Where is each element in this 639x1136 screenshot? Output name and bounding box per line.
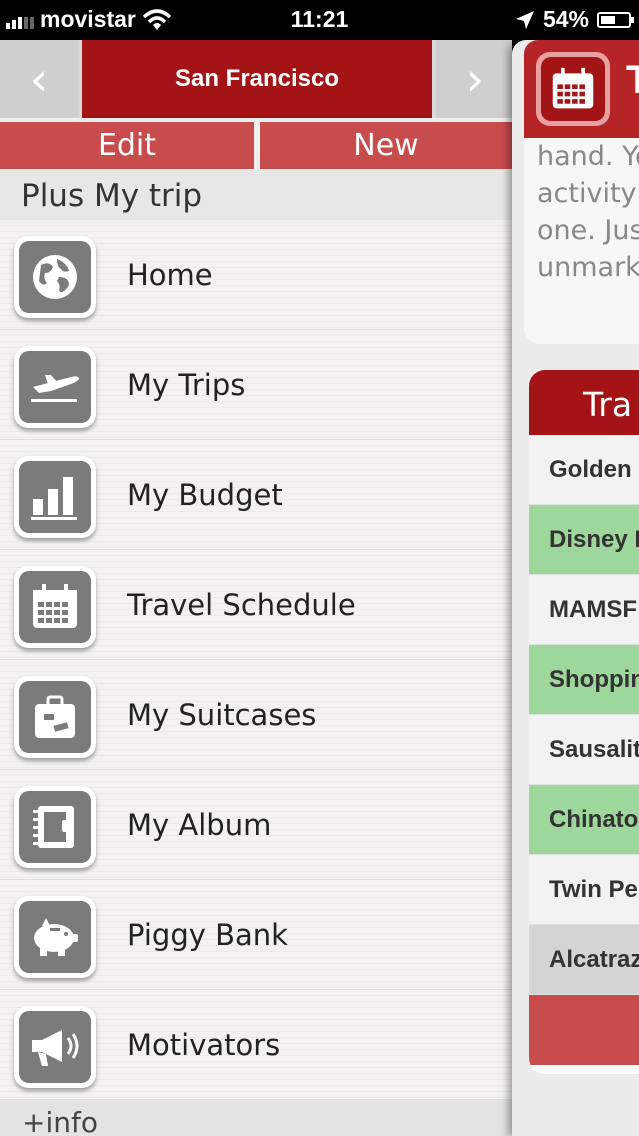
menu-item-label: Home: [127, 258, 213, 292]
city-title: San Francisco: [82, 40, 432, 118]
menu-item-label: My Budget: [127, 478, 283, 512]
menu-item-travel-schedule[interactable]: Travel Schedule: [0, 550, 512, 660]
menu-icon-frame: [14, 456, 96, 538]
menu-item-label: My Album: [127, 808, 272, 842]
table-row[interactable]: Golden: [529, 435, 639, 505]
menu-item-label: Travel Schedule: [127, 588, 356, 622]
globe-icon: [19, 241, 91, 313]
menu-item-my-suitcases[interactable]: My Suitcases: [0, 660, 512, 770]
menu-icon-frame: [14, 346, 96, 428]
battery-percent: 54%: [542, 6, 589, 32]
table-footer: [529, 995, 639, 1065]
panel-header: T: [524, 40, 639, 138]
chevron-right-icon: ›: [465, 52, 485, 106]
location-arrow-icon: [515, 10, 534, 29]
piggy-bank-icon: [19, 901, 91, 973]
table-row[interactable]: Disney I: [529, 505, 639, 575]
menu-icon-frame: [14, 676, 96, 758]
menu-icon-frame: [14, 566, 96, 648]
table-row[interactable]: Chinato: [529, 785, 639, 855]
action-bar: Edit New: [0, 122, 512, 169]
menu-item-home[interactable]: Home: [0, 220, 512, 330]
menu-item-label: My Suitcases: [127, 698, 317, 732]
table-row[interactable]: Alcatraz: [529, 925, 639, 995]
menu-item-label: Motivators: [127, 1028, 281, 1062]
calendar-icon: [541, 57, 605, 121]
description-line: hand. Yo: [537, 141, 639, 172]
bar-chart-icon: [19, 461, 91, 533]
description-line: one. Jus: [537, 215, 639, 246]
menu-icon-frame: [14, 786, 96, 868]
suitcase-icon: [19, 681, 91, 753]
menu-item-my-album[interactable]: My Album: [0, 770, 512, 880]
activities-table: Tra Golden Disney I MAMSF Shoppin Sausal…: [529, 370, 639, 1074]
menu-list: Home My Trips My Budget Travel Schedule …: [0, 220, 512, 1100]
schedule-panel: T hand. Yo activity one. Jus unmark Tra …: [512, 40, 639, 1136]
album-icon: [19, 791, 91, 863]
side-menu: ‹ San Francisco › Edit New Plus My trip …: [0, 40, 512, 1136]
edit-button[interactable]: Edit: [0, 122, 254, 169]
description-line: activity: [537, 178, 637, 209]
next-city-button[interactable]: ›: [436, 40, 512, 118]
chevron-left-icon: ‹: [29, 52, 49, 106]
city-navigation: ‹ San Francisco ›: [0, 40, 512, 118]
panel-description: hand. Yo activity one. Jus unmark: [524, 138, 639, 344]
table-row[interactable]: Twin Pe: [529, 855, 639, 925]
megaphone-icon: [19, 1011, 91, 1083]
panel-icon-frame: [536, 52, 610, 126]
status-right: 54%: [515, 6, 634, 33]
calendar-icon: [19, 571, 91, 643]
menu-item-my-trips[interactable]: My Trips: [0, 330, 512, 440]
table-title: Tra: [529, 370, 639, 435]
more-info-link[interactable]: +info: [0, 1100, 512, 1136]
menu-icon-frame: [14, 1006, 96, 1088]
panel-title: T: [626, 58, 639, 102]
table-row[interactable]: MAMSF: [529, 575, 639, 645]
battery-icon: [597, 11, 634, 28]
description-line: unmark: [537, 252, 639, 283]
menu-item-piggy-bank[interactable]: Piggy Bank: [0, 880, 512, 990]
table-row[interactable]: Sausalit: [529, 715, 639, 785]
section-title: Plus My trip: [0, 170, 512, 220]
new-button[interactable]: New: [260, 122, 512, 169]
menu-icon-frame: [14, 236, 96, 318]
table-row[interactable]: Shoppin: [529, 645, 639, 715]
previous-city-button[interactable]: ‹: [0, 40, 78, 118]
menu-item-motivators[interactable]: Motivators: [0, 990, 512, 1100]
menu-item-label: Piggy Bank: [127, 918, 288, 952]
airplane-icon: [19, 351, 91, 423]
menu-item-my-budget[interactable]: My Budget: [0, 440, 512, 550]
menu-icon-frame: [14, 896, 96, 978]
status-bar: movistar 11:21 54%: [0, 0, 639, 40]
menu-item-label: My Trips: [127, 368, 246, 402]
